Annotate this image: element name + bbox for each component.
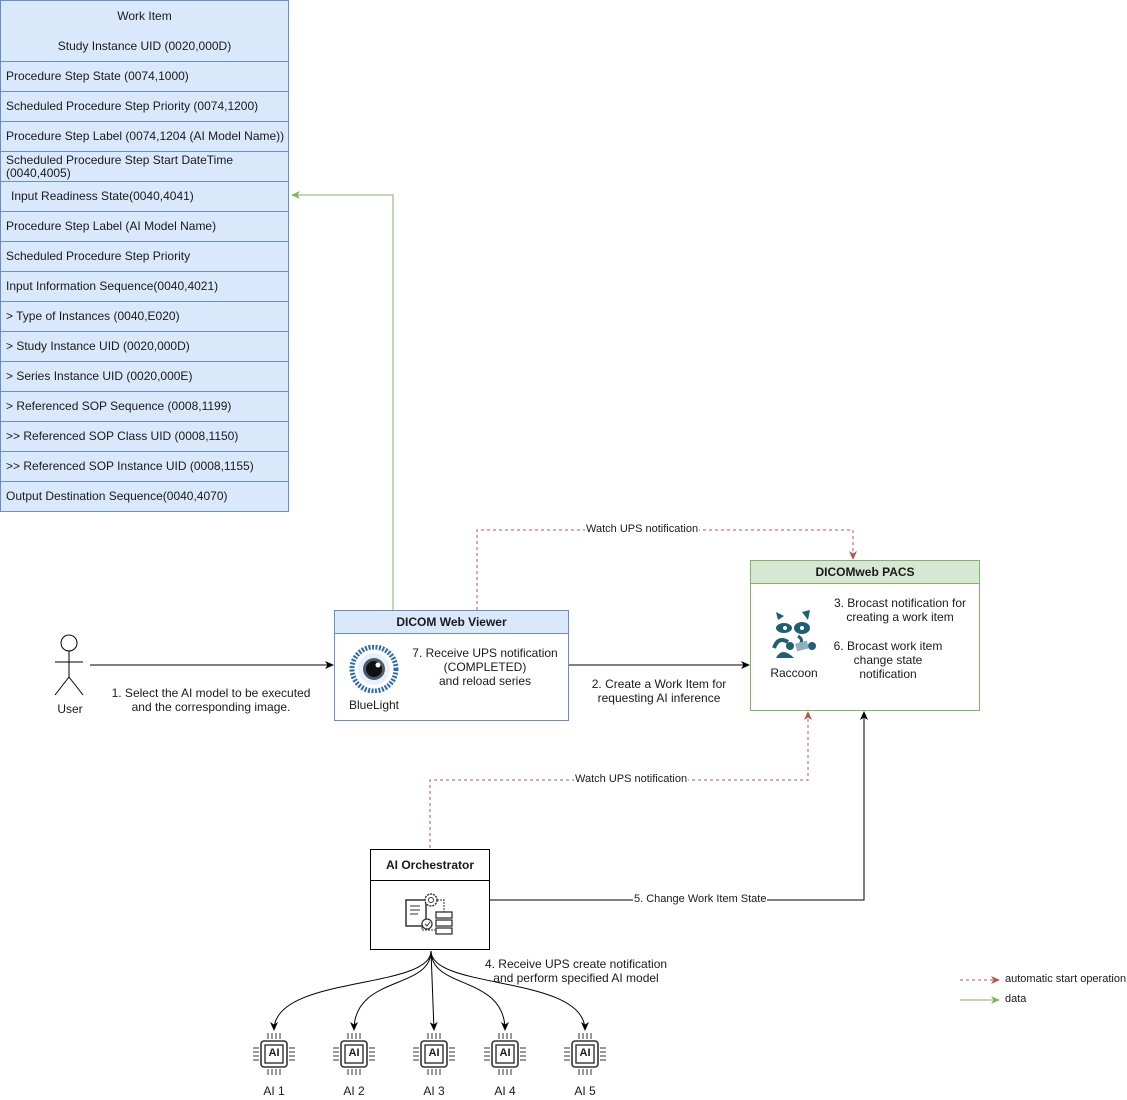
user-label: User	[57, 702, 83, 716]
ai-model-3[interactable]: AI	[409, 1029, 459, 1079]
edge-orchestrator-to-ai-2	[350, 950, 432, 1031]
step4-line1: 4. Receive UPS create notification	[484, 957, 668, 971]
ai-model-5[interactable]: AI	[560, 1029, 610, 1079]
step6-label: 6. Brocast work item change state notifi…	[816, 639, 960, 681]
work-item-row: > Series Instance UID (0020,000E)	[1, 361, 288, 391]
step1-label: 1. Select the AI model to be executed an…	[100, 686, 322, 714]
step6-line2: change state	[853, 653, 923, 667]
work-item-row: Procedure Step State (0074,1000)	[1, 61, 288, 91]
work-item-row: >> Referenced SOP Instance UID (0008,115…	[1, 451, 288, 481]
ai-chip-text: AI	[348, 1047, 360, 1059]
viewer-title: DICOM Web Viewer	[335, 611, 568, 634]
step1-line2: and the corresponding image.	[131, 700, 291, 714]
step4-line2: and perform specified AI model	[493, 971, 659, 985]
step7-line3: and reload series	[438, 674, 532, 688]
step7-line2: (COMPLETED)	[443, 660, 527, 674]
bluelight-logo-icon	[349, 645, 399, 693]
ai-chip-text: AI	[428, 1047, 440, 1059]
work-item-row: Input Readiness State(0040,4041)	[1, 181, 288, 211]
work-item-row: Procedure Step Label (0074,1204 (AI Mode…	[1, 121, 288, 151]
ai-chip-text: AI	[499, 1047, 511, 1059]
step2-label: 2. Create a Work Item for requesting AI …	[574, 677, 744, 705]
step6-line3: notification	[859, 667, 917, 681]
work-item-row: Study Instance UID (0020,000D)	[57, 38, 232, 53]
work-item-row: Scheduled Procedure Step Start DateTime …	[1, 151, 288, 181]
ai-model-4[interactable]: AI	[480, 1029, 530, 1079]
step1-line1: 1. Select the AI model to be executed	[111, 686, 311, 700]
ai-chip-text: AI	[579, 1047, 591, 1059]
ai-model-label: AI 3	[423, 1084, 445, 1098]
step5-label: 5. Change Work Item State	[633, 893, 768, 906]
work-item-row: >> Referenced SOP Class UID (0008,1150)	[1, 421, 288, 451]
ai-chip-text: AI	[268, 1047, 280, 1059]
work-item-row: Output Destination Sequence(0040,4070)	[1, 481, 288, 511]
ai-model-1[interactable]: AI	[249, 1029, 299, 1079]
step7-line1: 7. Receive UPS notification	[412, 646, 558, 660]
step7-label: 7. Receive UPS notification (COMPLETED) …	[406, 646, 564, 688]
work-item-row: > Referenced SOP Sequence (0008,1199)	[1, 391, 288, 421]
step3-label: 3. Brocast notification for creating a w…	[828, 596, 972, 624]
work-item-row: > Type of Instances (0040,E020)	[1, 301, 288, 331]
ai-model-label: AI 2	[343, 1084, 365, 1098]
work-item-row: Input Information Sequence(0040,4021)	[1, 271, 288, 301]
ai-model-label: AI 1	[263, 1084, 285, 1098]
step6-line1: 6. Brocast work item	[833, 639, 943, 653]
step2-line1: 2. Create a Work Item for	[591, 677, 727, 691]
orchestrator-workflow-icon	[405, 893, 453, 935]
step3-line2: creating a work item	[846, 610, 954, 624]
raccoon-logo-icon	[772, 610, 816, 658]
legend-label-automatic: automatic start operation	[1004, 973, 1127, 986]
work-item-row: > Study Instance UID (0020,000D)	[1, 331, 288, 361]
step4-label: 4. Receive UPS create notification and p…	[476, 957, 676, 985]
watch-ups-label-bottom: Watch UPS notification	[574, 773, 689, 786]
work-item-table: Work Item Study Instance UID (0020,000D)…	[0, 0, 289, 512]
work-item-title: Work Item	[117, 8, 172, 23]
edge-orchestrator-to-ai-1	[270, 950, 432, 1031]
ai-model-label: AI 4	[494, 1084, 516, 1098]
step2-line2: requesting AI inference	[597, 691, 721, 705]
work-item-row: Scheduled Procedure Step Priority	[1, 241, 288, 271]
ai-model-label: AI 5	[574, 1084, 596, 1098]
data-edge-viewer-to-workitem	[291, 191, 394, 610]
orchestrator-title: AI Orchestrator	[371, 850, 489, 881]
bluelight-label: BlueLight	[348, 698, 400, 712]
raccoon-label: Raccoon	[770, 666, 818, 680]
watch-ups-label-top: Watch UPS notification	[585, 523, 700, 536]
work-item-row: Scheduled Procedure Step Priority (0074,…	[1, 91, 288, 121]
user-actor-icon	[54, 634, 84, 696]
legend-label-data: data	[1004, 993, 1028, 1006]
step3-line1: 3. Brocast notification for	[833, 596, 967, 610]
pacs-title: DICOMweb PACS	[751, 561, 979, 584]
edge-orchestrator-to-pacs	[490, 711, 868, 901]
ai-model-2[interactable]: AI	[329, 1029, 379, 1079]
work-item-row: Procedure Step Label (AI Model Name)	[1, 211, 288, 241]
